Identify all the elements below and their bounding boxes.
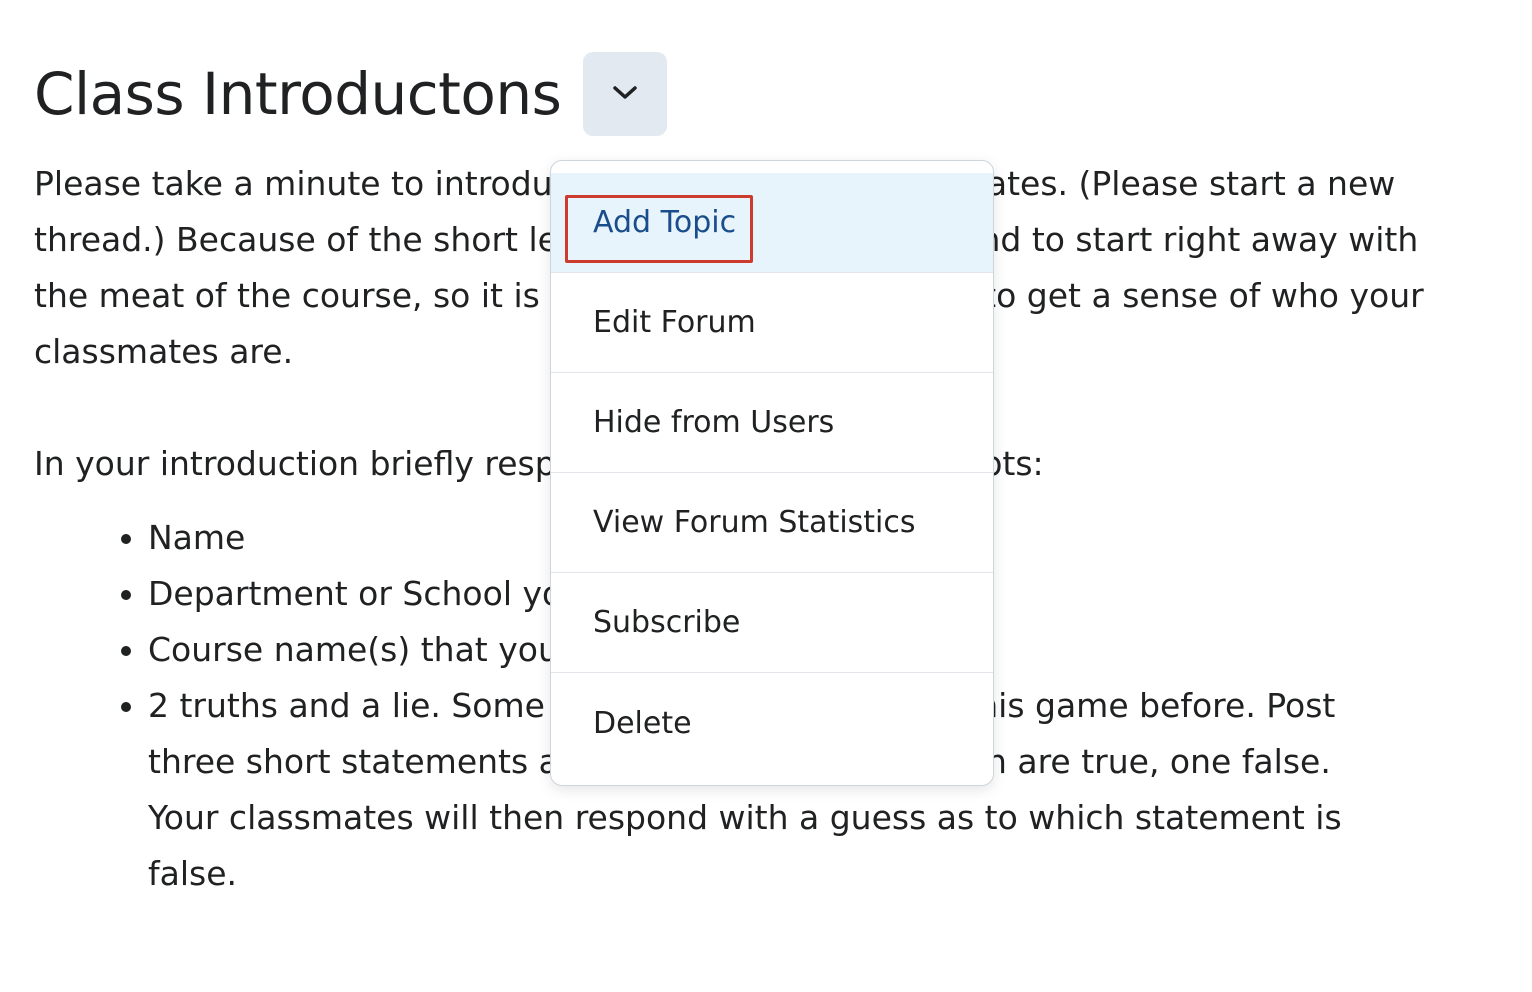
page-title: Class Introductons [34,60,562,128]
menu-item-label: Edit Forum [593,305,756,340]
menu-item-label: Subscribe [593,605,741,640]
forum-page: Class Introductons Please take a minute … [0,0,1532,992]
menu-item-delete[interactable]: Delete [551,673,993,773]
menu-item-hide-from-users[interactable]: Hide from Users [551,373,993,473]
forum-actions-menu: Add Topic Edit Forum Hide from Users Vie… [550,160,994,786]
chevron-down-icon [610,83,640,106]
menu-item-label: Delete [593,705,692,741]
menu-item-label: View Forum Statistics [593,505,916,540]
title-row: Class Introductons [34,52,668,136]
menu-item-label: Add Topic [593,205,737,240]
menu-item-subscribe[interactable]: Subscribe [551,573,993,673]
menu-item-edit-forum[interactable]: Edit Forum [551,273,993,373]
menu-item-label: Hide from Users [593,405,835,440]
menu-item-add-topic[interactable]: Add Topic [551,173,993,273]
menu-item-view-forum-statistics[interactable]: View Forum Statistics [551,473,993,573]
forum-actions-button[interactable] [583,52,668,136]
